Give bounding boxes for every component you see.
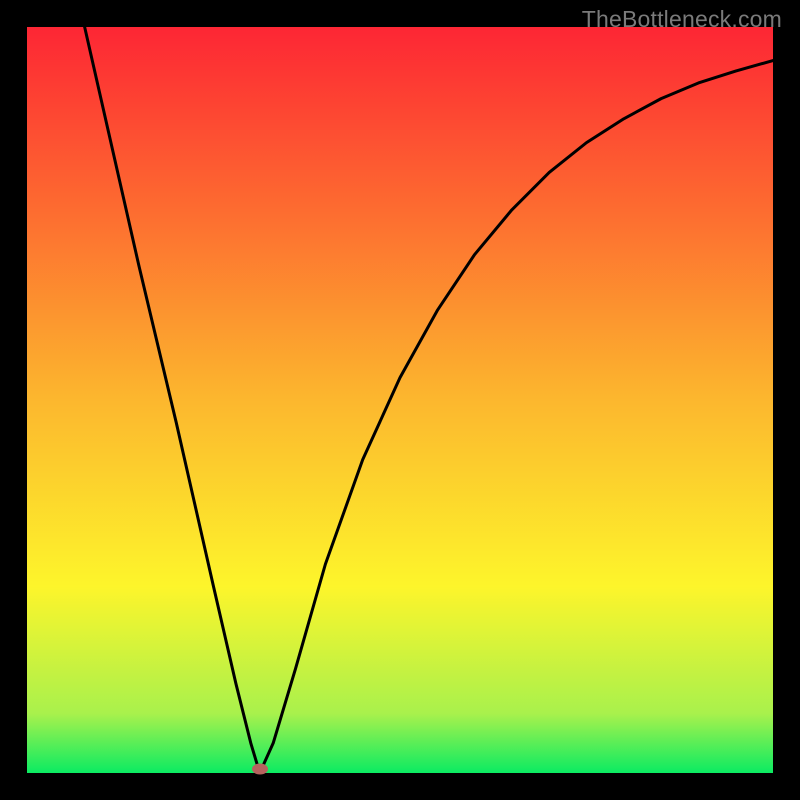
bottleneck-curve bbox=[27, 27, 773, 773]
chart-area bbox=[27, 27, 773, 773]
minimum-point-marker bbox=[252, 764, 268, 775]
